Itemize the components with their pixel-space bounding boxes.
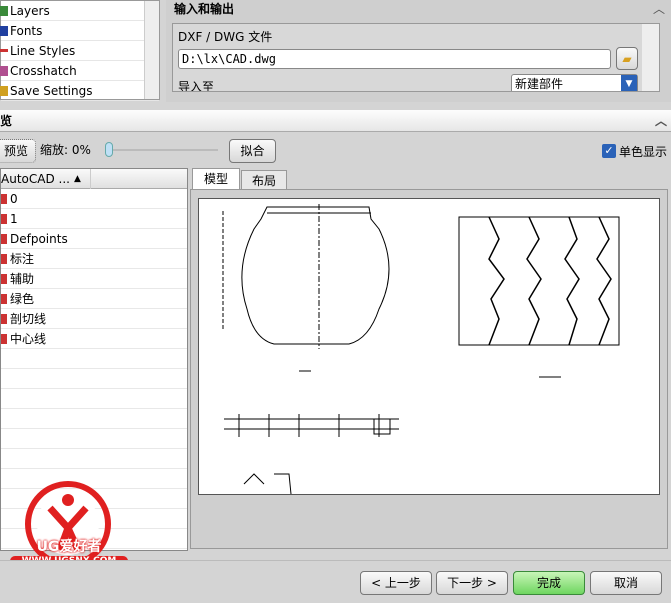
- nav-scrollbar[interactable]: [144, 1, 159, 99]
- layer-row[interactable]: 绿色: [1, 289, 187, 309]
- io-scrollbar[interactable]: [642, 24, 659, 91]
- layer-row[interactable]: 剖切线: [1, 309, 187, 329]
- watermark-text: UG爱好者: [36, 539, 102, 555]
- cad-drawing: [222, 204, 620, 495]
- layer-name: 剖切线: [10, 312, 47, 326]
- collapse-icon[interactable]: ︿: [655, 110, 667, 132]
- zoom-label: 缩放: 0%: [40, 143, 91, 157]
- layer-icon: [1, 194, 7, 204]
- cancel-button[interactable]: 取消: [590, 571, 662, 595]
- zoom-slider-handle[interactable]: [105, 142, 113, 157]
- browse-folder-icon[interactable]: ▰: [616, 47, 638, 70]
- layer-name: 1: [10, 212, 18, 226]
- file-label: DXF / DWG 文件: [178, 30, 273, 44]
- preview-title: 览: [0, 114, 13, 128]
- import-target-select[interactable]: 新建部件 ▼: [511, 74, 638, 91]
- nav-label: Line Styles: [10, 44, 76, 58]
- zoom-slider[interactable]: [105, 149, 218, 151]
- layer-name: Defpoints: [10, 232, 68, 246]
- nav-item-crosshatch[interactable]: Crosshatch: [0, 61, 159, 81]
- column-header: AutoCAD ...: [1, 172, 70, 186]
- nav-label: Save Settings: [10, 84, 93, 98]
- mono-label: 单色显示: [619, 145, 668, 159]
- io-title: 输入和输出: [174, 2, 235, 16]
- layer-name: 辅助: [10, 272, 35, 286]
- layer-icon: [1, 234, 7, 244]
- layer-row[interactable]: 标注: [1, 249, 187, 269]
- import-value: 新建部件: [515, 77, 564, 91]
- collapse-icon[interactable]: ︿: [653, 0, 665, 17]
- crosshatch-icon: [0, 66, 8, 76]
- sort-up-icon: ▲: [74, 174, 81, 184]
- settings-nav-list: Layers Fonts Line Styles Crosshatch Save…: [0, 0, 160, 101]
- preview-section-header[interactable]: 览 ︿: [0, 110, 671, 132]
- chevron-down-icon[interactable]: ▼: [621, 75, 637, 91]
- layer-icon: [1, 274, 7, 284]
- fonts-icon: [0, 26, 8, 36]
- save-icon: [0, 86, 8, 96]
- file-path-input[interactable]: D:\lx\CAD.dwg: [178, 49, 611, 69]
- layer-icon: [1, 314, 7, 324]
- layer-name: 中心线: [10, 332, 47, 346]
- nav-item-fonts[interactable]: Fonts: [0, 21, 159, 41]
- layer-icon: [1, 254, 7, 264]
- layer-icon: [1, 334, 7, 344]
- layer-table-header[interactable]: AutoCAD ... ▲: [1, 169, 187, 189]
- layer-name: 0: [10, 192, 18, 206]
- layer-name: 绿色: [10, 292, 35, 306]
- layer-icon: [1, 214, 7, 224]
- fit-button[interactable]: 拟合: [229, 139, 276, 163]
- line-styles-icon: [0, 49, 8, 52]
- nav-label: Crosshatch: [10, 64, 77, 78]
- back-button[interactable]: < 上一步: [360, 571, 432, 595]
- nav-item-layers[interactable]: Layers: [0, 1, 159, 21]
- layers-icon: [0, 6, 8, 16]
- mono-checkbox[interactable]: ✓: [602, 144, 616, 158]
- nav-label: Layers: [10, 4, 50, 18]
- nav-label: Fonts: [10, 24, 43, 38]
- layer-name: 标注: [10, 252, 35, 266]
- layer-icon: [1, 294, 7, 304]
- layer-row[interactable]: 1: [1, 209, 187, 229]
- nav-item-line-styles[interactable]: Line Styles: [0, 41, 159, 61]
- tab-model[interactable]: 模型: [192, 168, 240, 190]
- finish-button[interactable]: 完成: [513, 571, 585, 595]
- nav-item-save-settings[interactable]: Save Settings: [0, 81, 159, 101]
- layer-row[interactable]: 0: [1, 189, 187, 209]
- layer-row[interactable]: Defpoints: [1, 229, 187, 249]
- next-button[interactable]: 下一步 >: [436, 571, 508, 595]
- import-label: 导入至: [178, 80, 215, 92]
- cad-drawing-preview: [198, 198, 660, 495]
- layer-row[interactable]: 辅助: [1, 269, 187, 289]
- preview-button[interactable]: 预览: [0, 139, 36, 163]
- layer-row[interactable]: 中心线: [1, 329, 187, 349]
- io-group: DXF / DWG 文件 D:\lx\CAD.dwg ▰ 导入至 新建部件 ▼: [172, 23, 660, 92]
- tab-layout[interactable]: 布局: [241, 170, 287, 191]
